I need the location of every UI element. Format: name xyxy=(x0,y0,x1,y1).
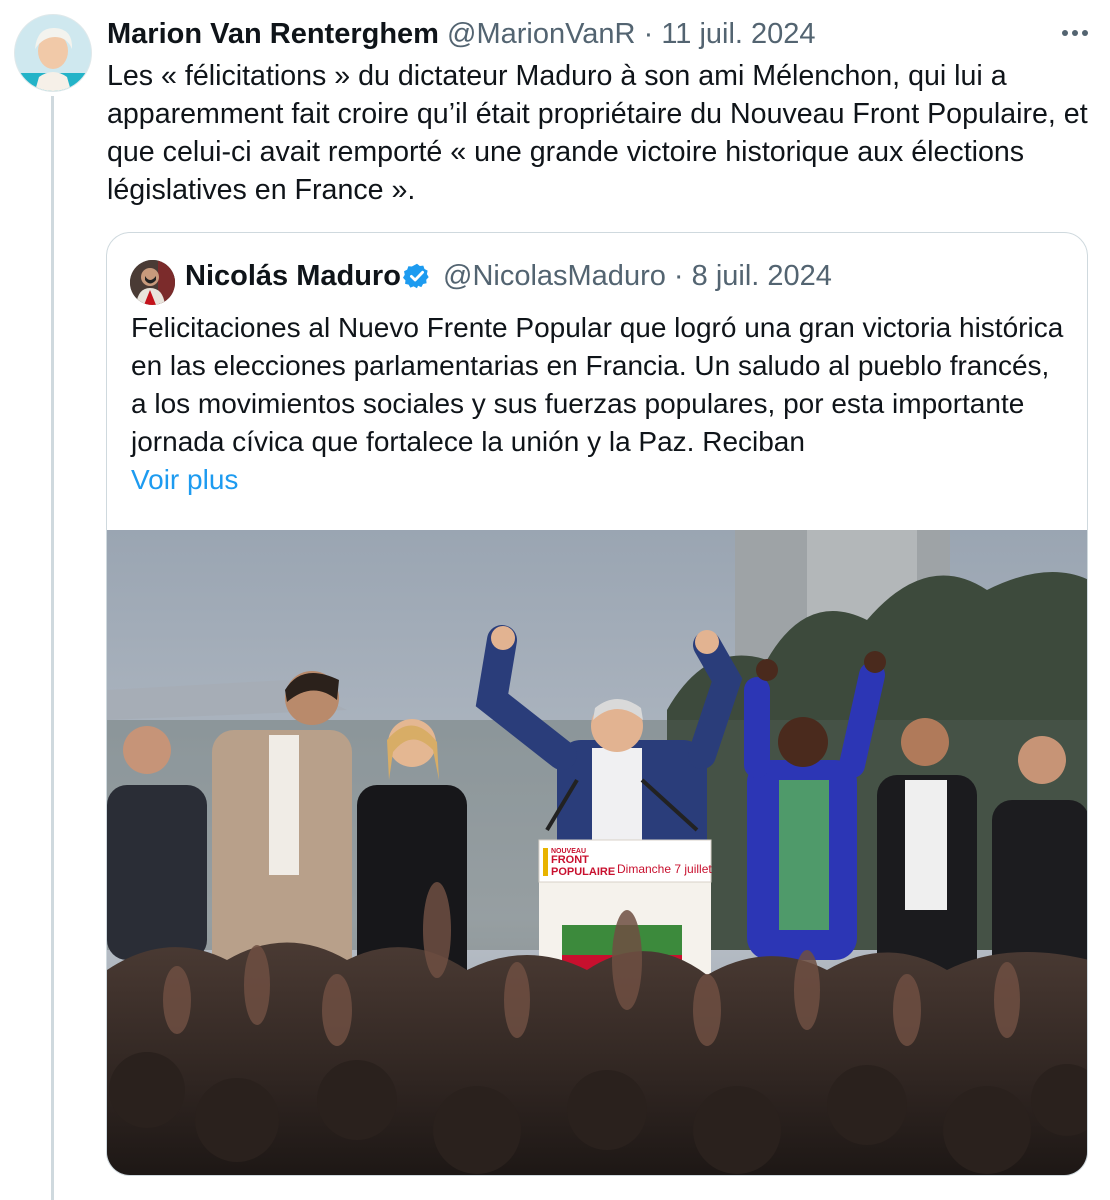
quoted-header-separator: · xyxy=(673,260,684,292)
more-options-button[interactable] xyxy=(1058,18,1092,48)
header-separator: · xyxy=(643,18,654,50)
verified-badge-icon xyxy=(402,262,431,299)
quoted-author-name[interactable]: Nicolás Maduro xyxy=(185,260,401,292)
author-handle[interactable]: @MarionVanR xyxy=(447,18,635,50)
quoted-post-date[interactable]: 8 juil. 2024 xyxy=(692,260,832,292)
author-name[interactable]: Marion Van Renterghem xyxy=(107,18,439,50)
post-header: Marion Van Renterghem @MarionVanR · 11 j… xyxy=(107,16,1040,52)
podium-label-front: FRONT xyxy=(551,854,589,866)
post-date[interactable]: 11 juil. 2024 xyxy=(661,18,815,50)
post-text: Les « félicitations » du dictateur Madur… xyxy=(107,60,1088,206)
quoted-author-handle[interactable]: @NicolasMaduro xyxy=(443,260,666,292)
quoted-author-avatar[interactable] xyxy=(130,260,175,305)
thread-line xyxy=(51,96,54,1200)
more-horizontal-icon xyxy=(1062,30,1068,36)
see-more-link[interactable]: Voir plus xyxy=(131,461,1071,499)
rally-photo[interactable]: NOUVEAU FRONT POPULAIRE Dimanche 7 juill… xyxy=(107,530,1087,1175)
quoted-post-body: Felicitaciones al Nuevo Frente Popular q… xyxy=(131,312,1064,457)
podium-label-populaire: POPULAIRE xyxy=(551,866,615,878)
quoted-post-card[interactable]: Nicolás Maduro @NicolasMaduro · 8 juil. … xyxy=(106,232,1088,1176)
quoted-post-text: Felicitaciones al Nuevo Frente Popular q… xyxy=(131,309,1071,499)
author-avatar[interactable] xyxy=(14,14,92,92)
podium-date-label: Dimanche 7 juillet xyxy=(617,862,712,876)
quoted-post-header: Nicolás Maduro @NicolasMaduro · 8 juil. … xyxy=(185,258,1067,299)
